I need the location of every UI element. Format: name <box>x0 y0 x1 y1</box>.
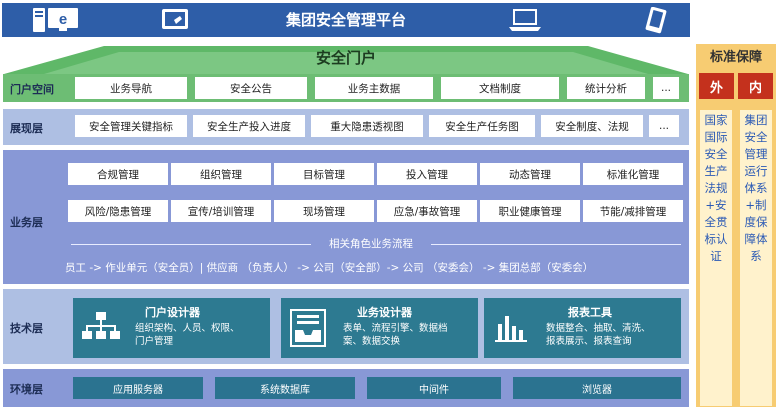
bar-chart-icon <box>495 316 527 342</box>
tech-card-desc-line2: 报表展示、报表查询 <box>546 336 632 347</box>
business-item-investment[interactable]: 投入管理 <box>377 163 477 185</box>
portal-item-statistics[interactable]: 统计分析 <box>567 77 645 99</box>
display-item-task-chart[interactable]: 安全生产任务图 <box>429 115 535 137</box>
org-chart-icon <box>82 312 120 339</box>
env-item-browser[interactable]: 浏览器 <box>513 377 681 399</box>
business-item-standardization[interactable]: 标准化管理 <box>583 163 683 185</box>
standards-inner-text: 集团安全管理运行体系+制度保障体系 <box>744 113 768 263</box>
business-item-risk-hazard[interactable]: 风险/隐患管理 <box>68 200 168 222</box>
tech-card-desc-line2: 案、数据交换 <box>343 336 401 347</box>
tablet-icon <box>162 9 188 29</box>
display-item-regulations[interactable]: 安全制度、法规 <box>541 115 643 137</box>
env-item-database[interactable]: 系统数据库 <box>215 377 355 399</box>
business-item-compliance[interactable]: 合规管理 <box>68 163 168 185</box>
business-item-dynamic[interactable]: 动态管理 <box>480 163 580 185</box>
top-banner: 集团安全管理平台 e <box>2 3 690 37</box>
phone-icon <box>645 7 667 34</box>
tech-card-title: 业务设计器 <box>357 306 412 319</box>
layer-label-env: 环境层 <box>10 383 43 396</box>
portal-item-document-policy[interactable]: 文档制度 <box>441 77 559 99</box>
display-item-kpi[interactable]: 安全管理关键指标 <box>75 115 187 137</box>
flow-divider-right <box>431 244 681 245</box>
tech-card-title: 报表工具 <box>568 306 612 319</box>
tech-card-report-tool[interactable]: 报表工具 数据整合、抽取、清洗、 报表展示、报表查询 <box>484 298 681 358</box>
laptop-icon <box>509 9 541 31</box>
flow-title: 相关角色业务流程 <box>329 238 413 250</box>
svg-text:e: e <box>59 11 67 28</box>
portal-item-master-data[interactable]: 业务主数据 <box>315 77 433 99</box>
environment-layer: 环境层 应用服务器 系统数据库 中间件 浏览器 <box>3 369 689 407</box>
portal-space-layer: 门户空间 业务导航 安全公告 业务主数据 文档制度 统计分析 ... <box>3 74 689 102</box>
platform-title: 集团安全管理平台 <box>285 11 406 29</box>
business-item-emergency[interactable]: 应急/事故管理 <box>377 200 477 222</box>
layer-label-business: 业务层 <box>10 216 43 229</box>
flow-text: 员工 -> 作业单元（安全员）| 供应商 （负责人） -> 公司（安全部）-> … <box>65 262 594 274</box>
layer-label-display: 展现层 <box>10 122 43 135</box>
tech-layer: 技术层 门户设计器 组织架构、人员、权限、 门户管理 业务设计器 表单、流程引擎… <box>3 289 689 364</box>
portal-item-safety-notice[interactable]: 安全公告 <box>195 77 307 99</box>
portal-item-business-nav[interactable]: 业务导航 <box>75 77 187 99</box>
display-layer: 展现层 安全管理关键指标 安全生产投入进度 重大隐患透视图 安全生产任务图 安全… <box>3 109 689 145</box>
tech-card-desc-line1: 表单、流程引擎、数据档 <box>343 323 448 334</box>
business-item-training[interactable]: 宣传/培训管理 <box>171 200 271 222</box>
monitor-ie-icon: e <box>33 8 78 32</box>
standards-tab-outer[interactable]: 外 <box>699 73 734 99</box>
display-item-investment-progress[interactable]: 安全生产投入进度 <box>193 115 305 137</box>
tech-card-desc-line2: 门户管理 <box>135 336 174 347</box>
tech-card-portal-designer[interactable]: 门户设计器 组织架构、人员、权限、 门户管理 <box>73 298 270 358</box>
inbox-tray-icon <box>290 309 326 347</box>
business-item-site[interactable]: 现场管理 <box>274 200 374 222</box>
tech-card-title: 门户设计器 <box>145 306 200 319</box>
portal-title: 安全门户 <box>315 49 376 67</box>
business-item-energy-saving[interactable]: 节能/减排管理 <box>583 200 683 222</box>
business-item-goal[interactable]: 目标管理 <box>274 163 374 185</box>
standards-outer-text: 国家国际安全生产法规+安全贯标认证 <box>704 113 728 263</box>
portal-item-more[interactable]: ... <box>653 77 679 99</box>
standards-title: 标准保障 <box>709 50 762 65</box>
standards-tab-inner[interactable]: 内 <box>738 73 773 99</box>
tech-card-business-designer[interactable]: 业务设计器 表单、流程引擎、数据档 案、数据交换 <box>281 298 478 358</box>
business-layer: 业务层 合规管理 组织管理 目标管理 投入管理 动态管理 标准化管理 风险/隐患… <box>3 150 689 284</box>
tech-card-desc-line1: 组织架构、人员、权限、 <box>135 323 240 334</box>
layer-label-tech: 技术层 <box>10 322 43 335</box>
env-item-app-server[interactable]: 应用服务器 <box>73 377 203 399</box>
tech-card-desc-line1: 数据整合、抽取、清洗、 <box>546 323 651 334</box>
business-item-organization[interactable]: 组织管理 <box>171 163 271 185</box>
business-item-occupational-health[interactable]: 职业健康管理 <box>480 200 580 222</box>
display-item-hazard-view[interactable]: 重大隐患透视图 <box>311 115 423 137</box>
layer-label-portal-space: 门户空间 <box>10 83 54 96</box>
flow-divider-left <box>71 244 311 245</box>
env-item-middleware[interactable]: 中间件 <box>367 377 501 399</box>
display-item-more[interactable]: ... <box>649 115 679 137</box>
